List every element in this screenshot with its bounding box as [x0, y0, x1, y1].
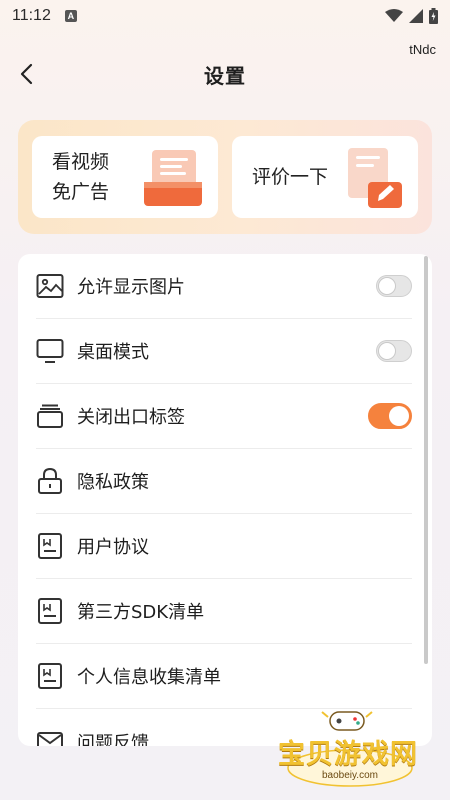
setting-third-party-sdk[interactable]: 第三方SDK清单	[36, 579, 412, 644]
edit-review-icon	[348, 148, 402, 208]
ad-free-text: 看视频 免广告	[32, 147, 109, 207]
show-images-toggle[interactable]	[376, 275, 412, 297]
setting-label: 个人信息收集清单	[77, 667, 221, 688]
ad-free-line2: 免广告	[52, 181, 110, 203]
scrollbar[interactable]	[424, 256, 428, 664]
setting-label: 用户协议	[77, 537, 149, 558]
toggle-knob	[378, 342, 396, 360]
watermark: 宝贝游戏网 baobeiy.com	[272, 706, 432, 790]
setting-label: 桌面模式	[77, 342, 149, 363]
video-box-icon	[144, 150, 202, 206]
tabs-icon	[36, 402, 64, 430]
watermark-title: 宝贝游戏网	[278, 739, 418, 770]
signal-icon	[409, 9, 423, 23]
setting-label: 允许显示图片	[77, 277, 185, 298]
ad-free-card[interactable]: 看视频 免广告	[32, 136, 218, 218]
review-label: 评价一下	[252, 166, 329, 188]
watermark-url: baobeiy.com	[322, 770, 378, 781]
toggle-knob	[378, 277, 396, 295]
ad-free-line1: 看视频	[52, 151, 110, 173]
image-icon	[36, 272, 64, 300]
setting-user-agreement[interactable]: 用户协议	[36, 514, 412, 579]
wifi-icon	[385, 9, 403, 22]
promo-section: 看视频 免广告 评价一下	[18, 120, 432, 234]
notification-icon: A	[64, 10, 77, 22]
monitor-icon	[36, 337, 64, 365]
document-icon	[36, 532, 64, 560]
setting-show-images[interactable]: 允许显示图片	[36, 254, 412, 319]
settings-list: 允许显示图片 桌面模式 关闭出口标签 隐私政策 用户协议 第三方SDK清单 个人…	[18, 254, 432, 746]
status-time: 11:12	[12, 7, 51, 24]
header: 设置	[0, 52, 450, 96]
close-tabs-toggle[interactable]	[368, 403, 412, 429]
setting-desktop-mode[interactable]: 桌面模式	[36, 319, 412, 384]
desktop-mode-toggle[interactable]	[376, 340, 412, 362]
document-icon	[36, 662, 64, 690]
lock-icon	[36, 467, 64, 495]
page-title: 设置	[204, 63, 246, 88]
status-indicators	[385, 8, 438, 24]
toggle-knob	[389, 406, 409, 426]
setting-close-tabs[interactable]: 关闭出口标签	[36, 384, 412, 449]
setting-privacy-policy[interactable]: 隐私政策	[36, 449, 412, 514]
document-icon	[36, 597, 64, 625]
setting-label: 关闭出口标签	[77, 407, 185, 428]
mail-icon	[36, 728, 64, 746]
setting-personal-info-list[interactable]: 个人信息收集清单	[36, 644, 412, 709]
status-bar: 11:12 A	[0, 0, 450, 32]
review-card[interactable]: 评价一下	[232, 136, 418, 218]
battery-icon	[429, 8, 438, 24]
setting-label: 问题反馈	[77, 732, 149, 747]
setting-label: 第三方SDK清单	[77, 602, 205, 623]
back-button[interactable]	[14, 60, 42, 88]
setting-label: 隐私政策	[77, 472, 149, 493]
